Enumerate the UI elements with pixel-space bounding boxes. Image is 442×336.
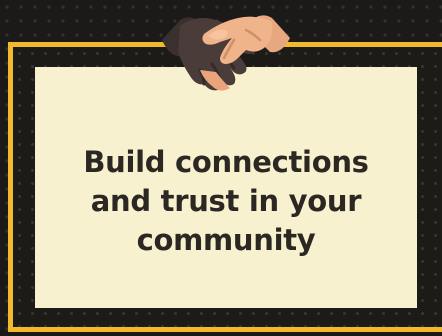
handshake-icon <box>162 15 290 91</box>
headline: Build connections and trust in your comm… <box>35 143 417 260</box>
headline-line-3: community <box>136 223 316 257</box>
headline-line-2: and trust in your <box>90 184 362 218</box>
headline-line-1: Build connections <box>83 145 369 179</box>
